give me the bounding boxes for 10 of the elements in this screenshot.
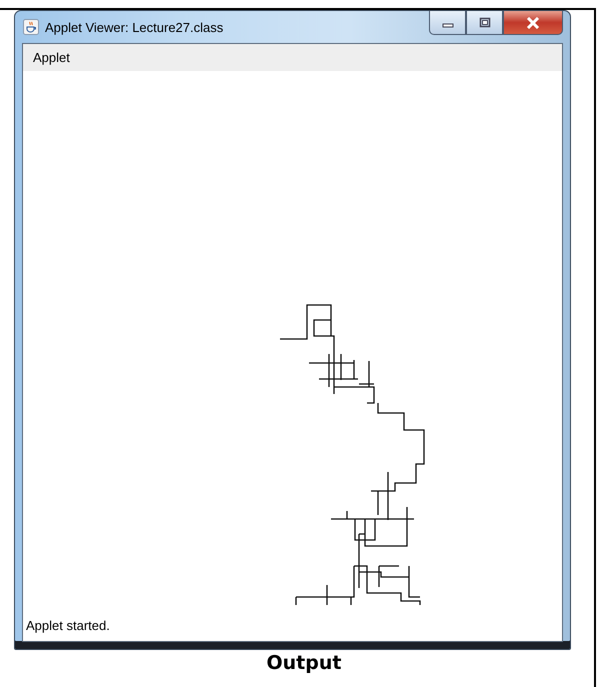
- window-title: Applet Viewer: Lecture27.class: [45, 20, 224, 34]
- maximize-icon: [478, 16, 492, 28]
- close-button[interactable]: [503, 11, 563, 35]
- maximize-button[interactable]: [466, 11, 503, 35]
- menu-item[interactable]: Applet: [33, 50, 70, 65]
- status-text: Applet started.: [26, 618, 110, 633]
- close-icon: [525, 16, 541, 28]
- coffee-cup-icon: [23, 19, 39, 35]
- minimize-button[interactable]: [429, 11, 466, 35]
- caption-text: Output: [266, 652, 342, 674]
